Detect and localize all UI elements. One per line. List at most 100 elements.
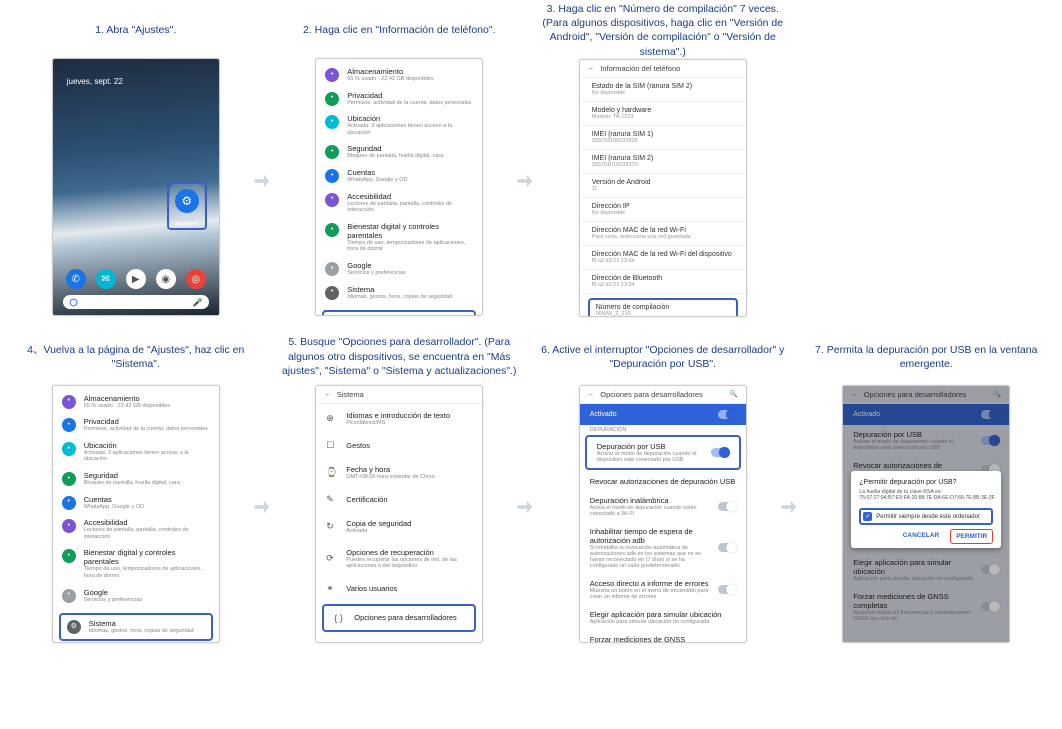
back-icon[interactable]: ← — [588, 65, 595, 72]
row-sub: Bloqueo de pantalla, huella digital, car… — [84, 480, 210, 487]
developer-options-row[interactable]: { } Opciones para desarrolladores — [322, 604, 476, 632]
settings-row[interactable]: • GoogleServicios y preferencias — [53, 584, 219, 608]
info-row[interactable]: Dirección MAC de la red Wi-FiPara verla,… — [580, 222, 746, 246]
settings-row[interactable]: • AccesibilidadLectores de pantalla, pan… — [316, 188, 482, 218]
info-row[interactable]: Modelo y hardwareModelo: TA-1223 — [580, 102, 746, 126]
row-icon: • — [325, 68, 339, 82]
phone-info-row[interactable]: i Información del teléfonoAndroid — [322, 310, 476, 316]
row-toggle[interactable] — [981, 602, 999, 611]
info-row[interactable]: IMEI (ranura SIM 2)355701010028370 — [580, 150, 746, 174]
system-row[interactable]: ✎Certificación — [316, 487, 482, 512]
camera-icon[interactable]: ◎ — [186, 269, 206, 289]
settings-row[interactable]: • Bienestar digital y controles parental… — [53, 544, 219, 583]
info-value: Para verla, selecciona una red guardada — [592, 234, 734, 240]
info-value: f8:a2:d2:22:13:04 — [592, 282, 734, 288]
row-sub: Picsoldtexst/MS — [346, 420, 472, 426]
row-title: Gestos — [346, 441, 472, 450]
settings-row[interactable]: • GoogleServicios y preferencias — [316, 257, 482, 281]
screen-header: ← Opciones para desarrolladores 🔍 — [843, 386, 1009, 404]
info-value: f8:a2:d3:22:13:6e — [592, 258, 734, 264]
row-sub: Servicios y preferencias — [347, 270, 473, 277]
settings-row[interactable]: • UbicaciónActivada: 3 aplicaciones tien… — [53, 437, 219, 467]
settings-row[interactable]: • PrivacidadPermisos, actividad de la cu… — [316, 87, 482, 111]
usb-debug-toggle[interactable] — [711, 448, 729, 457]
search-icon[interactable]: 🔍 — [730, 390, 738, 398]
settings-row[interactable]: • SistemaIdiomas, gestos, hora, copias d… — [316, 281, 482, 305]
row-toggle[interactable] — [718, 502, 736, 511]
system-update-row[interactable]: ◈ Actualización del sistemaActualización… — [316, 635, 482, 643]
mic-icon[interactable]: 🎤 — [193, 298, 203, 307]
settings-row[interactable]: • SeguridadBloqueo de pantalla, huella d… — [53, 467, 219, 491]
dev-row[interactable]: Depuración por USBActivar el modo de dep… — [843, 425, 1009, 456]
settings-row[interactable]: • SeguridadBloqueo de pantalla, huella d… — [316, 140, 482, 164]
system-row[interactable]: ⊕Idiomas e introducción de textoPicsoldt… — [316, 404, 482, 433]
master-toggle[interactable] — [718, 410, 736, 419]
row-toggle[interactable] — [981, 565, 999, 574]
step-7-caption: 7. Permita la depuración por USB en la v… — [797, 329, 1057, 385]
checkbox-checked-icon[interactable]: ✓ — [863, 512, 872, 521]
row-sub: Si inhabilita la revocación automática d… — [590, 545, 712, 569]
dev-row[interactable]: Depuración inalámbricaActiva el modo de … — [580, 491, 746, 522]
system-row[interactable]: ↻Copia de seguridadActivada — [316, 512, 482, 541]
play-icon[interactable]: ▶ — [126, 269, 146, 289]
system-row[interactable]: ⌚Fecha y horaGMT+08:00 hora estándar de … — [316, 458, 482, 487]
dev-row[interactable]: Elegir aplicación para simular ubicación… — [580, 605, 746, 630]
system-row[interactable]: ☐Gestos — [316, 433, 482, 458]
chrome-icon[interactable]: ◉ — [156, 269, 176, 289]
enabled-banner[interactable]: Activado — [580, 404, 746, 425]
row-toggle[interactable] — [718, 585, 736, 594]
build-number-row[interactable]: Número de compilación 00WW_2_210 — [588, 298, 738, 317]
dev-row[interactable]: Elegir aplicación para simular ubicación… — [843, 553, 1009, 587]
settings-row[interactable]: • CuentasWhatsApp, Google y OD — [53, 491, 219, 515]
info-key: Versión de Android — [592, 179, 734, 186]
dev-row[interactable]: Forzar mediciones de GNSS completasRegis… — [843, 587, 1009, 627]
info-row[interactable]: Versión de Android11 — [580, 174, 746, 198]
allow-button[interactable]: PERMITIR — [950, 529, 993, 544]
settings-widget[interactable]: ⚙ Ajustes — [167, 181, 207, 230]
cancel-button[interactable]: CANCELAR — [898, 529, 944, 544]
row-icon: • — [62, 589, 76, 603]
back-icon[interactable]: ← — [588, 391, 595, 398]
back-icon[interactable]: ← — [324, 391, 331, 398]
settings-row[interactable]: • AccesibilidadLectores de pantalla, pan… — [53, 514, 219, 544]
dev-row[interactable]: Inhabilitar tiempo de espera de autoriza… — [580, 522, 746, 574]
info-row[interactable]: Dirección IPNo disponible — [580, 198, 746, 222]
phone-icon[interactable]: ✆ — [66, 269, 86, 289]
system-row[interactable]: ⚭Varios usuarios — [316, 576, 482, 601]
dev-row[interactable]: Acceso directo a informe de erroresMuest… — [580, 574, 746, 605]
info-key: Dirección MAC de la red Wi-Fi — [592, 227, 734, 234]
system-row[interactable]: ⚙ SistemaIdiomas, gestos, hora, copias d… — [59, 613, 213, 641]
row-title: Cuentas — [84, 495, 210, 504]
info-row[interactable]: Estado de la SIM (ranura SIM 2)No dispon… — [580, 78, 746, 102]
step-7: 7. Permita la depuración por USB en la v… — [797, 329, 1057, 643]
row-sub: Bloqueo de pantalla, huella digital, car… — [347, 153, 473, 160]
settings-row[interactable]: • Bienestar digital y controles parental… — [316, 218, 482, 257]
row-toggle[interactable] — [718, 543, 736, 552]
row-title: Opciones de recuperación — [346, 548, 472, 557]
messages-icon[interactable]: ✉ — [96, 269, 116, 289]
row-icon: • — [325, 193, 339, 207]
row-sub: Activada: 3 aplicaciones tienen acceso a… — [84, 450, 210, 463]
dev-row[interactable]: Revocar autorizaciones de depuración USB — [580, 472, 746, 491]
info-row[interactable]: IMEI (ranura SIM 1)358793100020825 — [580, 126, 746, 150]
row-toggle[interactable] — [981, 436, 999, 445]
always-allow-row[interactable]: ✓ Permitir siempre desde este ordenador — [859, 508, 993, 525]
step-6-caption: 6. Active el interruptor "Opciones de de… — [533, 329, 793, 385]
info-key: Modelo y hardware — [592, 107, 734, 114]
settings-row[interactable]: • CuentasWhatsApp, Google y OD — [316, 164, 482, 188]
step-5: 5. Busque "Opciones para desarrollador".… — [270, 329, 530, 643]
dev-row[interactable]: Forzar mediciones de GNSS completasRegis… — [580, 630, 746, 643]
usb-debug-row[interactable]: Depuración por USBActivar el modo de dep… — [585, 435, 741, 470]
settings-row[interactable]: • UbicaciónActivada: 3 aplicaciones tien… — [316, 110, 482, 140]
search-bar[interactable]: 🎤 — [63, 295, 209, 309]
info-row[interactable]: Dirección de Bluetoothf8:a2:d2:22:13:04 — [580, 270, 746, 294]
row-icon: ⚭ — [326, 583, 337, 594]
row-icon: ⟳ — [326, 553, 337, 564]
settings-row[interactable]: • Almacenamiento65 % usado · 22,42 GB di… — [316, 63, 482, 87]
master-toggle — [981, 410, 999, 419]
info-row[interactable]: Dirección MAC de la red Wi-Fi del dispos… — [580, 246, 746, 270]
settings-row[interactable]: • Almacenamiento65 % usado · 22,42 GB di… — [53, 390, 219, 414]
settings-row[interactable]: • PrivacidadPermisos, actividad de la cu… — [53, 413, 219, 437]
row-title: Sistema — [347, 285, 473, 294]
system-row[interactable]: ⟳Opciones de recuperaciónPuedes recupera… — [316, 541, 482, 576]
